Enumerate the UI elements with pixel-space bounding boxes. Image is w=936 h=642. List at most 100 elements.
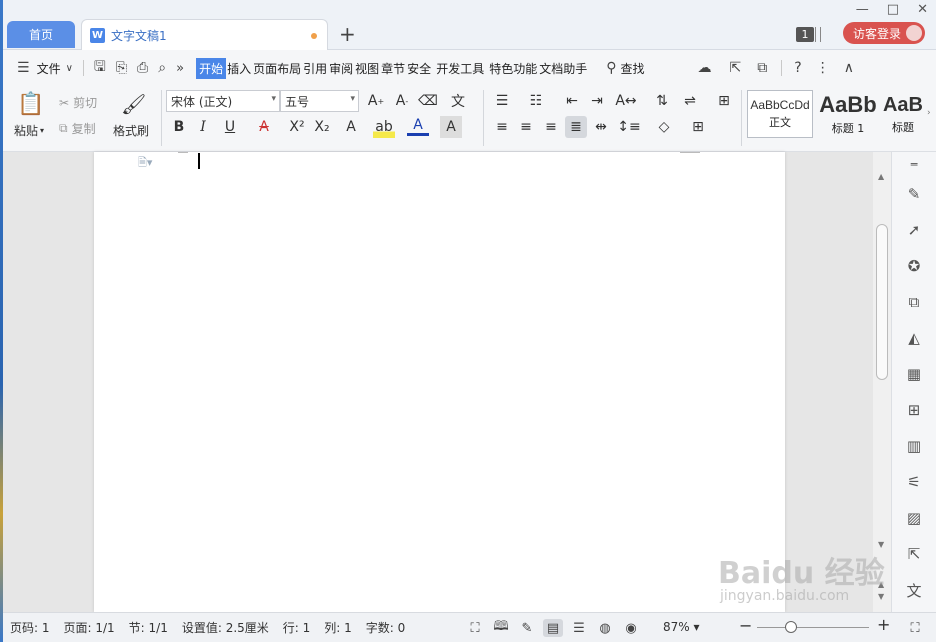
tab-document[interactable]: W 文字文稿1 [81, 19, 328, 50]
font-size-select[interactable]: 五号 [280, 90, 359, 112]
tab-start[interactable]: 开始 [196, 57, 227, 79]
char-shading-icon[interactable]: A [440, 116, 462, 138]
show-hide-marks-icon[interactable]: ⇌ [679, 90, 701, 112]
setting-status[interactable]: 设置值: 2.5厘米 [175, 619, 276, 636]
close-button[interactable]: ✕ [917, 2, 928, 17]
file-menu[interactable]: 文件 [36, 60, 62, 77]
align-left-icon[interactable]: ≡ [491, 116, 513, 138]
settings-sliders-icon[interactable]: ⚟ [904, 472, 924, 492]
tab-insert[interactable]: 插入 [226, 60, 252, 77]
edit-pen-icon[interactable]: ✎ [904, 184, 924, 204]
bullet-list-icon[interactable]: ☰ [491, 90, 513, 112]
tab-doc-assistant[interactable]: 文档助手 [538, 60, 588, 77]
window-list-icon[interactable] [815, 27, 821, 42]
row-status[interactable]: 行: 1 [276, 619, 318, 636]
zoom-level[interactable]: 87% ▾ [663, 620, 700, 634]
tab-references[interactable]: 引用 [302, 60, 328, 77]
zoom-out-button[interactable]: − [739, 616, 752, 635]
zoom-slider-handle[interactable] [784, 621, 797, 633]
prev-page-icon[interactable]: ▲ [878, 580, 884, 589]
clear-format-icon[interactable]: ⌫ [417, 90, 439, 112]
chevron-down-icon[interactable]: ∨ [66, 63, 73, 74]
page-total-status[interactable]: 页面: 1/1 [57, 619, 122, 636]
search-button[interactable]: ⚲ 查找 [606, 60, 645, 77]
image-icon[interactable]: ▨ [904, 508, 924, 528]
format-painter-icon[interactable]: 🖌 [121, 92, 146, 116]
copy-button[interactable]: ⧉ 复制 [59, 120, 96, 137]
table-border-icon[interactable]: ⊞ [713, 90, 735, 112]
table-icon[interactable]: ▦ [904, 364, 924, 384]
chart-icon[interactable]: ▥ [904, 436, 924, 456]
highlight-icon[interactable]: ab [373, 116, 395, 138]
align-right-icon[interactable]: ≡ [540, 116, 562, 138]
align-center-icon[interactable]: ≡ [515, 116, 537, 138]
window-count-badge[interactable]: 1 [796, 27, 814, 42]
text-effect-icon[interactable]: A [340, 116, 362, 138]
tab-features[interactable]: 特色功能 [488, 60, 538, 77]
document-page[interactable]: 🗎▾ [94, 152, 785, 612]
scroll-down-arrow-icon[interactable]: ▼ [878, 540, 884, 549]
underline-button[interactable]: U [219, 116, 241, 138]
more-icon[interactable]: » [176, 61, 184, 76]
paste-button[interactable]: 粘贴 ▾ [14, 122, 44, 139]
cloud-sync-icon[interactable]: ☁ [698, 60, 712, 76]
sort-icon[interactable]: ⇅ [651, 90, 673, 112]
eye-protect-icon[interactable]: ◉ [621, 619, 641, 637]
fit-page-icon[interactable]: ⛶ [905, 619, 925, 637]
new-tab-button[interactable]: + [339, 24, 356, 44]
collapse-ribbon-icon[interactable]: ∧ [844, 60, 854, 76]
shrink-font-icon[interactable]: A- [391, 90, 413, 112]
help-icon[interactable]: ? [794, 60, 801, 76]
style-heading[interactable]: AaB 标题 [881, 90, 925, 138]
bold-button[interactable]: B [168, 116, 190, 138]
vertical-scrollbar[interactable]: ▲ ▼ ▲ ▼ [873, 152, 891, 612]
scroll-up-arrow-icon[interactable]: ▲ [878, 172, 884, 181]
tab-security[interactable]: 安全 [406, 60, 432, 77]
decrease-indent-icon[interactable]: ⇤ [561, 90, 583, 112]
maximize-button[interactable]: □ [887, 2, 899, 17]
zoom-in-button[interactable]: + [877, 615, 890, 634]
more-options-icon[interactable]: ⋮ [816, 60, 830, 76]
word-count-status[interactable]: 字数: 0 [359, 619, 413, 636]
page-number-status[interactable]: 页码: 1 [3, 619, 57, 636]
tab-section[interactable]: 章节 [380, 60, 406, 77]
tab-review[interactable]: 审阅 [328, 60, 354, 77]
tab-page-layout[interactable]: 页面布局 [252, 60, 302, 77]
justify-icon[interactable]: ≣ [565, 116, 587, 138]
grow-font-icon[interactable]: A + [365, 90, 387, 112]
write-mode-icon[interactable]: ✎ [517, 619, 537, 637]
zoom-slider[interactable] [757, 627, 869, 628]
shapes-icon[interactable]: ⧉ [904, 292, 924, 312]
apps-grid-icon[interactable]: ⊞ [904, 400, 924, 420]
print-icon[interactable]: ⎙ [137, 60, 148, 76]
format-painter-button[interactable]: 格式刷 [113, 122, 149, 139]
section-status[interactable]: 节: 1/1 [122, 619, 175, 636]
paste-icon[interactable]: 📋 [17, 92, 44, 117]
outline-view-icon[interactable]: ☰ [569, 619, 589, 637]
paragraph-layout-icon[interactable]: 🗎▾ [138, 154, 152, 173]
hamburger-menu-icon[interactable]: ☰ [17, 60, 30, 76]
phonetic-guide-icon[interactable]: 文 [447, 90, 469, 112]
tab-view[interactable]: 视图 [354, 60, 380, 77]
text-direction-icon[interactable]: A↔ [615, 90, 637, 112]
style-badge-icon[interactable]: ✪ [904, 256, 924, 276]
page-view-icon[interactable]: ▤ [543, 619, 563, 637]
style-heading-1[interactable]: AaBb 标题 1 [815, 90, 881, 138]
share-icon[interactable]: ⇱ [730, 60, 742, 76]
column-status[interactable]: 列: 1 [317, 619, 359, 636]
web-view-icon[interactable]: ◍ [595, 619, 615, 637]
increase-indent-icon[interactable]: ⇥ [586, 90, 608, 112]
tab-developer[interactable]: 开发工具 [435, 60, 485, 77]
guest-login-button[interactable]: 访客登录 [843, 22, 925, 44]
read-mode-icon[interactable]: 🕮 [491, 619, 511, 637]
subscript-icon[interactable]: X₂ [311, 116, 333, 138]
borders-icon[interactable]: ⊞ [687, 116, 709, 138]
font-color-icon[interactable]: A [407, 116, 429, 136]
fullscreen-icon[interactable]: ⛶ [465, 619, 485, 637]
style-normal[interactable]: AaBbCcDd 正文 [747, 90, 813, 138]
numbered-list-icon[interactable]: ☷ [525, 90, 547, 112]
select-cursor-icon[interactable]: ➚ [904, 220, 924, 240]
print-preview-icon[interactable]: ⌕ [158, 60, 166, 76]
share-export-icon[interactable]: ⇱ [904, 544, 924, 564]
font-name-select[interactable]: 宋体 (正文) [166, 90, 280, 112]
